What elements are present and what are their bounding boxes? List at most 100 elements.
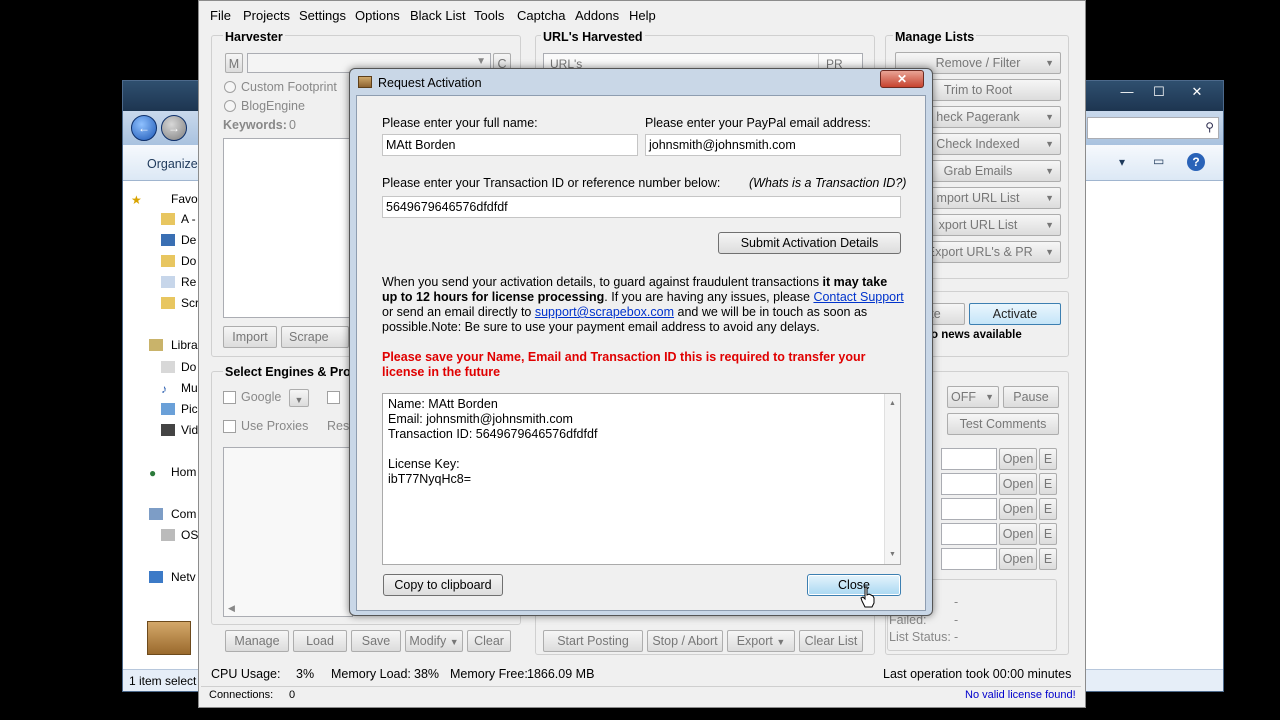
edit-button[interactable]: E [1039, 548, 1057, 570]
file-field[interactable] [941, 473, 997, 495]
support-email-link[interactable]: support@scrapebox.com [535, 305, 674, 319]
minimize-button[interactable]: — [1113, 83, 1141, 101]
nav-item[interactable]: De [181, 233, 196, 251]
submit-activation-button[interactable]: Submit Activation Details [718, 232, 901, 254]
manage-lists-title: Manage Lists [893, 30, 977, 44]
file-field[interactable] [941, 523, 997, 545]
email-input[interactable]: johnsmith@johnsmith.com [645, 134, 901, 156]
transaction-input[interactable]: 5649679646576dfdfdf [382, 196, 901, 218]
maximize-button[interactable]: ☐ [1145, 83, 1173, 101]
transaction-help-link[interactable]: (Whats is a Transaction ID?) [749, 176, 906, 190]
dialog-close-icon[interactable]: ✕ [880, 70, 924, 88]
nav-item[interactable]: OS [181, 528, 198, 546]
save-button[interactable]: Save [351, 630, 401, 652]
stop-abort-button[interactable]: Stop / Abort [647, 630, 723, 652]
views-icon[interactable]: ▾ [1119, 155, 1125, 169]
load-button[interactable]: Load [293, 630, 347, 652]
nav-item[interactable]: Com [171, 507, 196, 525]
nav-item[interactable]: Netv [171, 570, 196, 588]
documents-icon [161, 361, 175, 373]
menu-blacklist[interactable]: Black List [410, 8, 466, 23]
nav-item[interactable]: Favo [171, 192, 198, 210]
nav-item[interactable]: Mu [181, 381, 198, 399]
edit-button[interactable]: E [1039, 448, 1057, 470]
clear-list-button[interactable]: Clear List [799, 630, 863, 652]
m-button[interactable]: M [225, 53, 243, 73]
open-button[interactable]: Open [999, 498, 1037, 520]
close-button[interactable]: ✕ [1183, 83, 1211, 101]
preview-pane-icon[interactable]: ▭ [1153, 154, 1164, 168]
proxy-list[interactable]: ◀ [223, 447, 353, 617]
search-icon: ⚲ [1205, 120, 1214, 134]
search-input[interactable]: ⚲ [1087, 117, 1219, 139]
file-field[interactable] [941, 448, 997, 470]
contact-support-link[interactable]: Contact Support [813, 290, 903, 304]
menu-addons[interactable]: Addons [575, 8, 619, 23]
modify-button[interactable]: Modify ▼ [405, 630, 463, 652]
google-label: Google [241, 390, 282, 404]
edit-button[interactable]: E [1039, 473, 1057, 495]
scrape-button[interactable]: Scrape [281, 326, 349, 348]
keywords-count: 0 [289, 118, 296, 132]
nav-item[interactable]: Do [181, 254, 196, 272]
start-posting-button[interactable]: Start Posting [543, 630, 643, 652]
google-checkbox[interactable] [223, 391, 236, 404]
star-icon: ★ [131, 193, 142, 207]
threads-select[interactable]: OFF ▼ [947, 386, 999, 408]
scroll-up-icon[interactable]: ▲ [889, 396, 896, 411]
google-dropdown[interactable]: ▼ [289, 389, 309, 407]
nav-item[interactable]: Do [181, 360, 196, 378]
connections-label: Connections: [209, 689, 274, 701]
menu-projects[interactable]: Projects [243, 8, 290, 23]
file-field[interactable] [941, 498, 997, 520]
activate-button[interactable]: Activate [969, 303, 1061, 325]
menu-captcha[interactable]: Captcha [517, 8, 565, 23]
organize-menu[interactable]: Organize [147, 157, 198, 171]
use-proxies-checkbox[interactable] [223, 420, 236, 433]
nav-item[interactable]: Vid [181, 423, 198, 441]
open-button[interactable]: Open [999, 523, 1037, 545]
license-details-text: Name: MAtt Borden Email: johnsmith@johns… [388, 397, 598, 486]
file-field[interactable] [941, 548, 997, 570]
export-button[interactable]: Export ▼ [727, 630, 795, 652]
copy-to-clipboard-button[interactable]: Copy to clipboard [383, 574, 503, 596]
edit-button[interactable]: E [1039, 523, 1057, 545]
manage-button[interactable]: Manage [225, 630, 289, 652]
open-button[interactable]: Open [999, 473, 1037, 495]
details-scrollbar[interactable]: ▲ ▼ [884, 394, 900, 564]
back-icon[interactable]: ← [131, 115, 157, 141]
menu-options[interactable]: Options [355, 8, 400, 23]
hand-cursor-icon [860, 586, 875, 608]
open-button[interactable]: Open [999, 548, 1037, 570]
edit-button[interactable]: E [1039, 498, 1057, 520]
test-comments-button[interactable]: Test Comments [947, 413, 1059, 435]
forward-icon[interactable]: → [161, 115, 187, 141]
nav-item[interactable]: A - [181, 212, 196, 230]
import-button[interactable]: Import [223, 326, 277, 348]
name-input[interactable]: MAtt Borden [382, 134, 638, 156]
open-button[interactable]: Open [999, 448, 1037, 470]
dialog-client: Please enter your full name: MAtt Borden… [356, 95, 926, 611]
nav-item[interactable]: Scr [181, 296, 199, 314]
nav-item[interactable]: Hom [171, 465, 196, 483]
close-dialog-button[interactable]: Close [807, 574, 901, 596]
nav-item[interactable]: Re [181, 275, 196, 293]
menu-settings[interactable]: Settings [299, 8, 346, 23]
engine-checkbox[interactable] [327, 391, 340, 404]
nav-item[interactable]: Libra [171, 338, 198, 356]
menu-file[interactable]: File [210, 8, 231, 23]
help-icon[interactable]: ? [1187, 153, 1205, 171]
chevron-down-icon: ▼ [1045, 112, 1054, 122]
menu-tools[interactable]: Tools [474, 8, 504, 23]
menu-help[interactable]: Help [629, 8, 656, 23]
pause-button[interactable]: Pause [1003, 386, 1059, 408]
keywords-textarea[interactable] [223, 138, 353, 318]
scroll-left-icon[interactable]: ◀ [228, 603, 235, 614]
license-details-box[interactable]: Name: MAtt Borden Email: johnsmith@johns… [382, 393, 901, 565]
blogengine-radio[interactable] [224, 100, 236, 112]
scroll-down-icon[interactable]: ▼ [889, 547, 896, 562]
custom-footprint-radio[interactable] [224, 81, 236, 93]
clear-button[interactable]: Clear [467, 630, 511, 652]
nav-item[interactable]: Pic [181, 402, 198, 420]
package-icon [147, 621, 191, 655]
